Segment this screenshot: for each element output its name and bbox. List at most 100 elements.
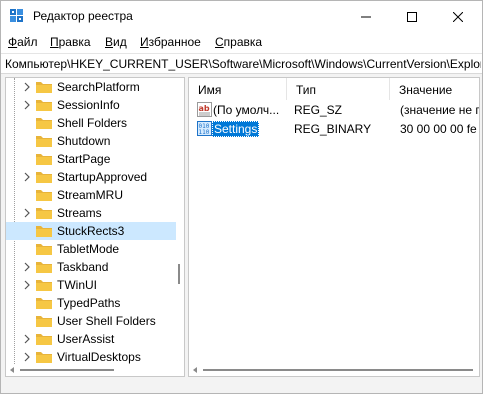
menu-help-accel: С	[215, 35, 224, 49]
menu-favorites-accel: И	[140, 35, 149, 49]
folder-icon	[36, 208, 52, 219]
menu-edit-accel: П	[50, 35, 59, 49]
tree-item[interactable]: TabletMode	[6, 240, 176, 258]
menu-file-label: айл	[17, 35, 38, 49]
value-row[interactable]: ab (По умолч... REG_SZ (значение не п	[189, 100, 480, 120]
tree-item-label: SearchPlatform	[57, 80, 140, 94]
tree-item-selected[interactable]: StuckRects3	[6, 222, 176, 240]
scroll-left-icon[interactable]	[8, 366, 16, 374]
maximize-button[interactable]	[389, 1, 435, 32]
tree-item[interactable]: StartPage	[6, 150, 176, 168]
tree-vertical-scroll-thumb[interactable]	[178, 264, 180, 284]
address-bar[interactable]: Компьютер\HKEY_CURRENT_USER\Software\Mic…	[1, 53, 482, 74]
folder-icon	[36, 226, 52, 237]
folder-icon	[36, 100, 52, 111]
title-bar: Редактор реестра	[1, 1, 482, 32]
tree-item[interactable]: Streams	[6, 204, 176, 222]
folder-icon	[36, 190, 52, 201]
folder-icon	[36, 316, 52, 327]
menu-view-label: ид	[113, 35, 127, 49]
minimize-icon	[361, 16, 371, 17]
folder-icon	[36, 334, 52, 345]
folder-icon	[36, 280, 52, 291]
binary-value-icon: 010 110	[197, 121, 212, 136]
tree-item[interactable]: SearchPlatform	[6, 78, 176, 96]
tree-item-label: Streams	[57, 206, 102, 220]
svg-text:110: 110	[199, 129, 210, 136]
chevron-right-icon[interactable]	[22, 208, 32, 218]
tree-horizontal-scrollbar[interactable]	[6, 364, 184, 376]
column-header-value-label: Значение	[399, 83, 453, 97]
value-data: (значение не п	[400, 103, 480, 117]
scroll-left-icon[interactable]	[191, 366, 199, 374]
menu-edit[interactable]: Правка	[50, 35, 91, 49]
minimize-button[interactable]	[343, 1, 389, 32]
chevron-right-icon[interactable]	[22, 100, 32, 110]
tree-item[interactable]: Shutdown	[6, 132, 176, 150]
folder-icon	[36, 118, 52, 129]
menu-file-accel: Ф	[8, 35, 18, 49]
tree-item-label: UserAssist	[57, 332, 115, 346]
address-path[interactable]: Компьютер\HKEY_CURRENT_USER\Software\Mic…	[5, 57, 481, 71]
tree-item-label: VirtualDesktops	[57, 350, 141, 364]
value-data: 30 00 00 00 fe ff	[400, 122, 480, 136]
tree-item-label: Shell Folders	[57, 116, 128, 130]
folder-icon	[36, 172, 52, 183]
tree-item-label: StartPage	[57, 152, 111, 166]
close-button[interactable]	[435, 1, 481, 32]
menu-view[interactable]: Вид	[105, 35, 127, 49]
tree-item[interactable]: StreamMRU	[6, 186, 176, 204]
tree-item-label: TypedPaths	[57, 296, 121, 310]
string-value-icon: ab	[197, 102, 212, 117]
menu-bar: Файл Правка Вид Избранное Справка	[1, 32, 482, 53]
tree-item[interactable]: User Shell Folders	[6, 312, 176, 330]
tree-item-label: TabletMode	[57, 242, 120, 256]
tree-item[interactable]: StartupApproved	[6, 168, 176, 186]
column-header-value[interactable]: Значение	[390, 78, 479, 100]
list-horizontal-scroll-thumb[interactable]	[203, 369, 473, 371]
tree-item-label: SessionInfo	[57, 98, 120, 112]
menu-favorites[interactable]: Избранное	[140, 35, 201, 49]
list-horizontal-scrollbar[interactable]	[189, 364, 479, 376]
value-row-selected[interactable]: 010 110 Settings REG_BINARY 30 00 00 00 …	[189, 119, 480, 139]
svg-text:ab: ab	[199, 104, 210, 113]
menu-edit-label: равка	[58, 35, 91, 49]
tree-item-label: StartupApproved	[57, 170, 148, 184]
value-name: (По умолч...	[213, 103, 280, 117]
column-header-name[interactable]: Имя	[189, 78, 287, 100]
column-header-type[interactable]: Тип	[287, 78, 390, 100]
tree-item[interactable]: Taskband	[6, 258, 176, 276]
folder-icon	[36, 262, 52, 273]
folder-icon	[36, 82, 52, 93]
chevron-right-icon[interactable]	[22, 262, 32, 272]
value-name: Settings	[212, 121, 260, 137]
tree-horizontal-scroll-thumb[interactable]	[20, 369, 114, 371]
tree-item-label: User Shell Folders	[57, 314, 156, 328]
chevron-right-icon[interactable]	[22, 352, 32, 362]
chevron-right-icon[interactable]	[22, 82, 32, 92]
tree-item[interactable]: Shell Folders	[6, 114, 176, 132]
close-icon	[453, 11, 463, 22]
chevron-right-icon[interactable]	[22, 334, 32, 344]
tree-item[interactable]: SessionInfo	[6, 96, 176, 114]
value-type: REG_SZ	[294, 103, 343, 117]
tree-item[interactable]: UserAssist	[6, 330, 176, 348]
tree-item-label: StreamMRU	[57, 188, 124, 202]
menu-file[interactable]: Файл	[8, 35, 38, 49]
folder-icon	[36, 136, 52, 147]
tree-item-label: TWinUI	[57, 278, 97, 292]
column-header-name-label: Имя	[198, 83, 222, 97]
folder-icon	[36, 298, 52, 309]
column-header-type-label: Тип	[296, 83, 317, 97]
tree-item[interactable]: TypedPaths	[6, 294, 176, 312]
menu-view-accel: В	[105, 35, 114, 49]
folder-icon	[36, 352, 52, 363]
menu-help[interactable]: Справка	[215, 35, 262, 49]
window-title: Редактор реестра	[33, 9, 133, 23]
chevron-right-icon[interactable]	[22, 280, 32, 290]
chevron-right-icon[interactable]	[22, 172, 32, 182]
tree-item[interactable]: TWinUI	[6, 276, 176, 294]
folder-icon	[36, 154, 52, 165]
value-type: REG_BINARY	[294, 122, 372, 136]
maximize-icon	[407, 11, 417, 22]
